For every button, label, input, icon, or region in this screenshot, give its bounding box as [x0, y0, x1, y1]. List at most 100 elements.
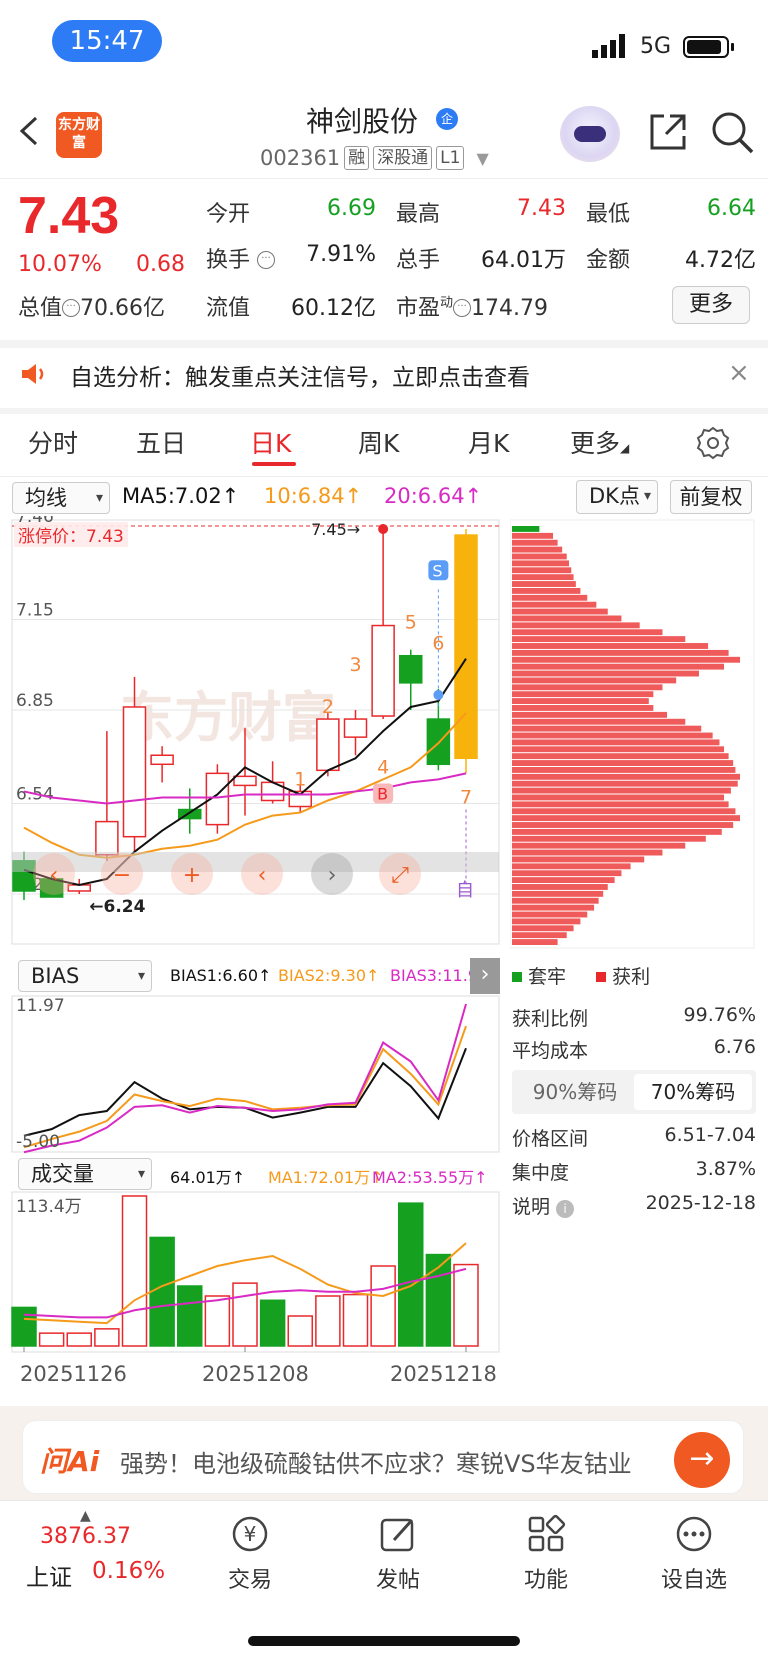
tab-monthly-k[interactable]: 月K	[468, 424, 509, 460]
nav-functions-label: 功能	[523, 1568, 568, 1593]
legend-swatch-trapped	[512, 972, 522, 982]
volume-bar	[342, 1293, 369, 1347]
tab-intraday[interactable]: 分时	[28, 424, 78, 460]
edit-icon	[380, 1518, 414, 1552]
nav-post[interactable]: 发帖	[338, 1508, 458, 1594]
chevron-down-icon: ▼	[476, 148, 489, 168]
arrow-right-icon[interactable]: →	[674, 1432, 730, 1488]
signal-dot	[433, 689, 444, 700]
status-time: 15:47	[52, 20, 162, 62]
nav-functions[interactable]: 功能	[486, 1508, 606, 1594]
candle-body	[150, 754, 174, 766]
volume-bar	[315, 1295, 341, 1347]
signal-label: 4	[377, 756, 389, 778]
index-name[interactable]: 上证	[26, 1558, 72, 1592]
zoom-control-icon: ‹	[258, 863, 267, 888]
volume-max-tick: 113.4万	[16, 1197, 82, 1217]
volume-bar	[287, 1315, 313, 1347]
ma20-label: 20:6.64↑	[384, 484, 483, 508]
volume-bar	[259, 1299, 286, 1347]
zoom-control-icon: ‹	[50, 863, 59, 888]
bias-selector[interactable]: BIAS	[18, 960, 152, 992]
collapse-panel-button[interactable]: ›	[470, 958, 500, 994]
chip-bar	[512, 732, 713, 739]
stock-code-row[interactable]: 002361 融 深股通 L1 ▼	[260, 146, 489, 170]
close-icon[interactable]: ×	[728, 358, 750, 388]
back-icon[interactable]	[18, 116, 42, 146]
date-mid: 20251208	[202, 1362, 309, 1386]
ask-ai-prompt[interactable]: 强势！电池级硫酸钴供不应求？寒锐VS华友钴业	[120, 1444, 660, 1479]
tab-weekly-k[interactable]: 周K	[358, 424, 399, 460]
mktcap-label: 总值 ··· 70.66亿	[18, 296, 165, 321]
battery-tip	[731, 43, 734, 51]
nav-trade[interactable]: ¥ 交易	[190, 1508, 310, 1594]
candle-body	[95, 820, 119, 856]
signal-label: 1	[294, 768, 306, 790]
grid-icon	[528, 1514, 566, 1552]
ai-assistant-icon[interactable]	[560, 106, 620, 162]
volume-label: 总手	[396, 248, 441, 273]
signal-label: 5	[405, 612, 417, 634]
note-row[interactable]: 说明 i 2025-12-18	[512, 1192, 756, 1219]
info-icon[interactable]: ···	[62, 299, 81, 317]
chip-bar	[512, 842, 686, 849]
volume-bar	[121, 1195, 148, 1347]
chip-bar	[512, 629, 663, 636]
alert-text: 自选分析：触发重点关注信号，立即点击查看	[70, 365, 530, 391]
chip-bar	[512, 766, 736, 773]
nav-add-watchlist-label: 设自选	[660, 1568, 727, 1593]
nav-trade-label: 交易	[227, 1568, 272, 1593]
volume-bar	[94, 1328, 120, 1347]
chip-bar	[512, 897, 599, 904]
index-value[interactable]: 3876.37	[40, 1524, 131, 1549]
divider	[0, 476, 768, 477]
volume-bar	[149, 1236, 175, 1347]
search-icon[interactable]	[710, 110, 754, 154]
chip-bar	[512, 594, 588, 601]
profit-ratio-row: 获利比例 99.76%	[512, 1004, 756, 1030]
chip-bar	[512, 918, 581, 925]
volume-bar	[232, 1282, 258, 1347]
tab-daily-k[interactable]: 日K	[250, 424, 291, 460]
tab-70-chips[interactable]: 70%筹码	[634, 1074, 752, 1110]
bias-chart[interactable]	[0, 994, 500, 1154]
tag-level: L1	[436, 146, 465, 170]
turnover-value: 7.91%	[306, 242, 376, 267]
svg-text:¥: ¥	[244, 1522, 257, 1546]
low-label: 最低	[586, 202, 631, 227]
info-icon[interactable]: ···	[257, 251, 276, 269]
tab-more[interactable]: 更多◢	[570, 424, 629, 460]
high-label: 最高	[396, 202, 441, 227]
caret-up-icon: ▲	[80, 1508, 91, 1524]
chip-bar	[512, 808, 736, 815]
adjust-button[interactable]: 前复权	[670, 480, 752, 514]
volume-bar	[204, 1295, 231, 1347]
tag-connect: 深股通	[373, 146, 433, 170]
volume-selector[interactable]: 成交量	[18, 1158, 152, 1190]
bias-line-BIAS2	[23, 1025, 467, 1149]
dk-point-button[interactable]: DK点	[576, 480, 658, 514]
chip-bar	[512, 870, 622, 877]
share-icon[interactable]	[648, 112, 688, 152]
ma-selector[interactable]: 均线	[12, 482, 110, 514]
volume-bar	[11, 1306, 37, 1347]
candle-body	[371, 624, 395, 717]
price-range-row: 价格区间 6.51-7.04	[512, 1124, 756, 1150]
info-icon[interactable]: ···	[453, 299, 472, 317]
chip-bar	[512, 705, 654, 711]
nav-add-watchlist[interactable]: 设自选	[634, 1508, 754, 1594]
tab-five-day[interactable]: 五日	[136, 424, 186, 460]
index-change[interactable]: 0.16%	[92, 1558, 165, 1584]
signal-label: 3	[350, 654, 362, 676]
speaker-icon	[22, 364, 44, 384]
chip-bar	[512, 608, 608, 615]
more-button[interactable]: 更多	[672, 286, 750, 324]
high-marker-label: 7.45→	[311, 520, 360, 539]
tab-90-chips[interactable]: 90%筹码	[516, 1074, 634, 1110]
gear-icon[interactable]	[696, 426, 730, 460]
kline-chart[interactable]: 东方财富 7.467.156.856.546.247.45→←6.2412345…	[0, 516, 500, 956]
stock-code: 002361	[260, 146, 341, 170]
change-percent: 10.07%	[18, 252, 102, 277]
trade-icon: ¥	[232, 1516, 268, 1552]
date-end: 20251218	[390, 1362, 497, 1386]
